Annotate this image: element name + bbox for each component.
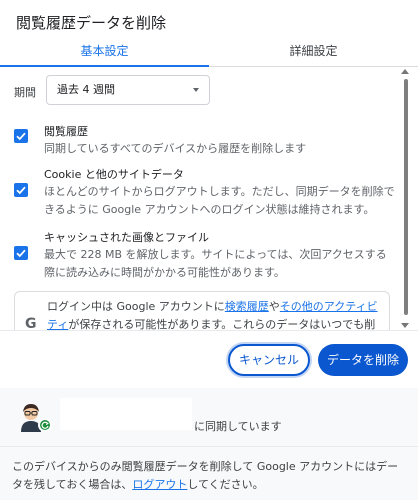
scrollbar[interactable] (401, 67, 414, 330)
option-title: Cookie と他のサイトデータ (44, 168, 184, 181)
sign-out-link[interactable]: ログアウト (132, 478, 187, 491)
browsing-history-checkbox[interactable] (14, 129, 28, 143)
cancel-button[interactable]: キャンセル (228, 344, 310, 376)
sync-footer: に同期しています このデバイスからのみ閲覧履歴データを削除して Google ア… (0, 388, 418, 500)
sync-arrows-icon (41, 421, 49, 429)
checkmark-icon (16, 249, 26, 258)
info-text-part: が保存される可能性があります。これらのデータはいつでも削除で (68, 318, 376, 330)
google-account-info: G ログイン中は Google アカウントに検索履歴やその他のアクティビティが保… (14, 291, 390, 330)
period-value: 過去 4 週間 (57, 83, 115, 96)
cookies-checkbox[interactable] (14, 183, 28, 197)
chevron-down-icon (193, 88, 199, 92)
info-text-part: ログイン中は Google アカウントに (47, 300, 225, 313)
scrollbar-thumb[interactable] (404, 79, 408, 315)
divider (0, 446, 418, 447)
option-description: 最大で 228 MB を解放します。サイトによっては、次回アクセスする際に読み込… (44, 248, 387, 279)
google-icon: G (25, 316, 37, 330)
period-label: 期間 (14, 86, 36, 99)
options-scroll-area[interactable]: 期間 過去 4 週間 閲覧履歴 同期しているすべてのデバイスから履歴を削除します… (0, 67, 418, 330)
info-text-part: や (268, 300, 280, 313)
option-description: 同期しているすべてのデバイスから履歴を削除します (44, 142, 307, 155)
delete-data-button[interactable]: データを削除 (318, 344, 408, 376)
tab-advanced[interactable]: 詳細設定 (209, 42, 418, 64)
info-text: ログイン中は Google アカウントに検索履歴やその他のアクティビティが保存さ… (47, 298, 381, 330)
sync-icon (38, 418, 52, 432)
tab-basic[interactable]: 基本設定 (0, 42, 209, 64)
footer-text-part: してください。 (187, 478, 264, 491)
cache-checkbox[interactable] (14, 246, 28, 260)
divider (0, 330, 418, 331)
sync-status-text: に同期しています (194, 420, 282, 433)
footer-text: このデバイスからのみ閲覧履歴データを削除して Google アカウントにはデータ… (12, 458, 408, 494)
scroll-down-arrow-icon[interactable] (401, 323, 409, 328)
period-select[interactable]: 過去 4 週間 (46, 75, 210, 105)
checkmark-icon (16, 186, 26, 195)
tab-bar: 基本設定 詳細設定 (0, 38, 418, 67)
option-title: キャッシュされた画像とファイル (44, 231, 209, 244)
option-description: ほとんどのサイトからログアウトします。ただし、同期データを削除できるように Go… (44, 185, 395, 216)
search-history-link[interactable]: 検索履歴 (225, 300, 269, 313)
option-title: 閲覧履歴 (44, 125, 88, 138)
account-email-redacted (60, 398, 192, 430)
dialog-title: 閲覧履歴データを削除 (16, 14, 167, 32)
checkmark-icon (16, 132, 26, 141)
scroll-up-arrow-icon[interactable] (401, 69, 409, 74)
